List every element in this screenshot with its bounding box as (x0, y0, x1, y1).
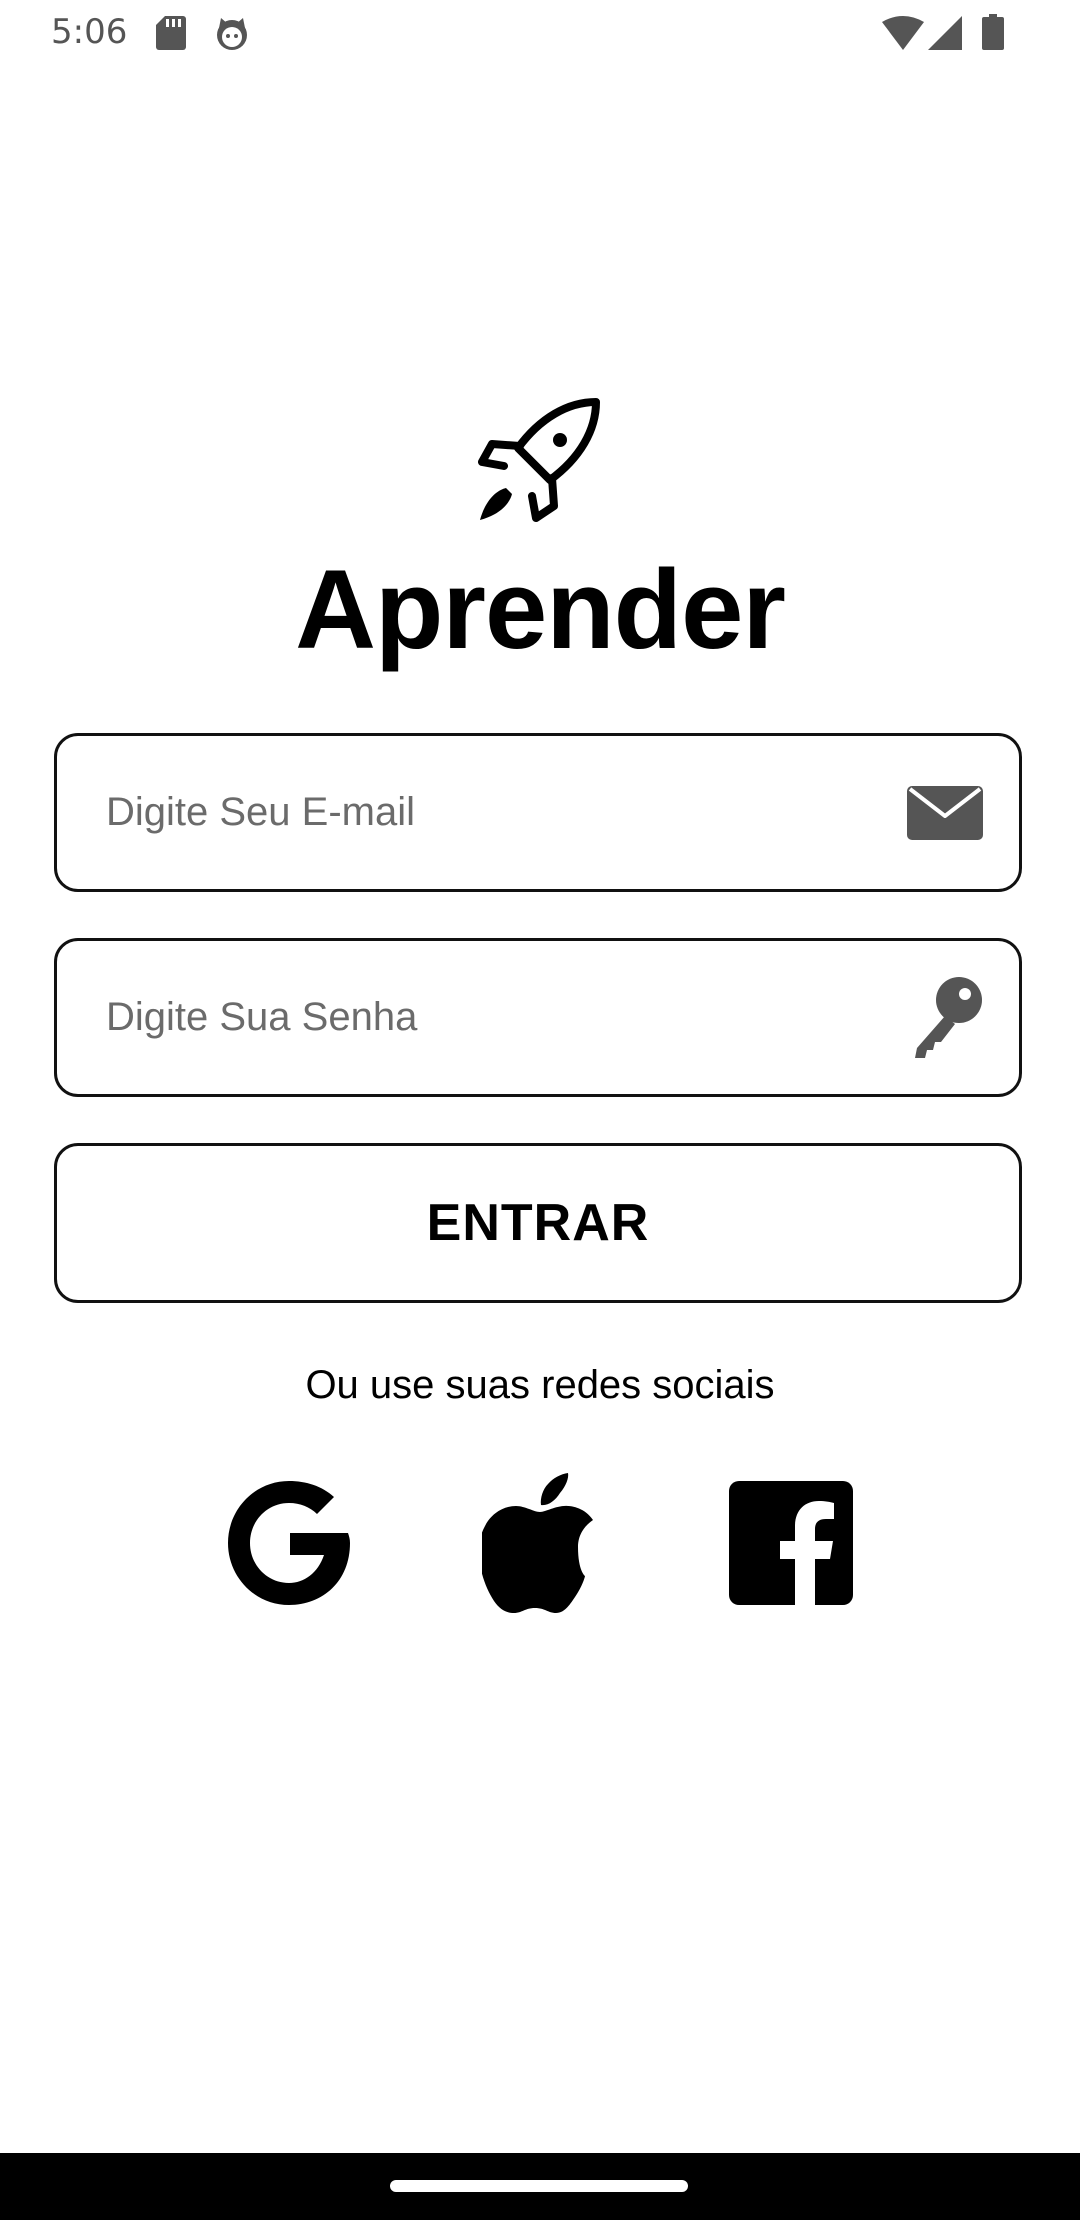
status-time: 5:06 (51, 12, 128, 52)
status-bar: 5:06 (0, 0, 1080, 66)
wifi-icon (882, 16, 924, 50)
social-caption: Ou use suas redes sociais (305, 1363, 775, 1407)
password-input[interactable] (106, 941, 886, 1094)
email-input[interactable] (106, 736, 886, 889)
google-login-button[interactable] (224, 1470, 354, 1615)
home-gesture-handle[interactable] (390, 2180, 688, 2192)
cat-icon (217, 18, 247, 50)
navigation-bar (0, 2153, 1080, 2220)
enter-button[interactable]: ENTRAR (54, 1143, 1022, 1303)
email-field[interactable] (54, 733, 1022, 892)
password-field[interactable] (54, 938, 1022, 1097)
rocket-icon (478, 398, 600, 522)
facebook-icon (729, 1480, 853, 1605)
sd-card-icon (156, 16, 186, 50)
signal-icon (928, 16, 962, 50)
apple-icon (482, 1472, 593, 1613)
facebook-login-button[interactable] (726, 1470, 856, 1615)
apple-login-button[interactable] (475, 1470, 605, 1615)
key-icon (915, 976, 982, 1058)
app-title: Aprender (295, 547, 786, 672)
battery-icon (982, 14, 1004, 50)
envelope-icon (907, 785, 983, 840)
google-icon (228, 1480, 350, 1605)
